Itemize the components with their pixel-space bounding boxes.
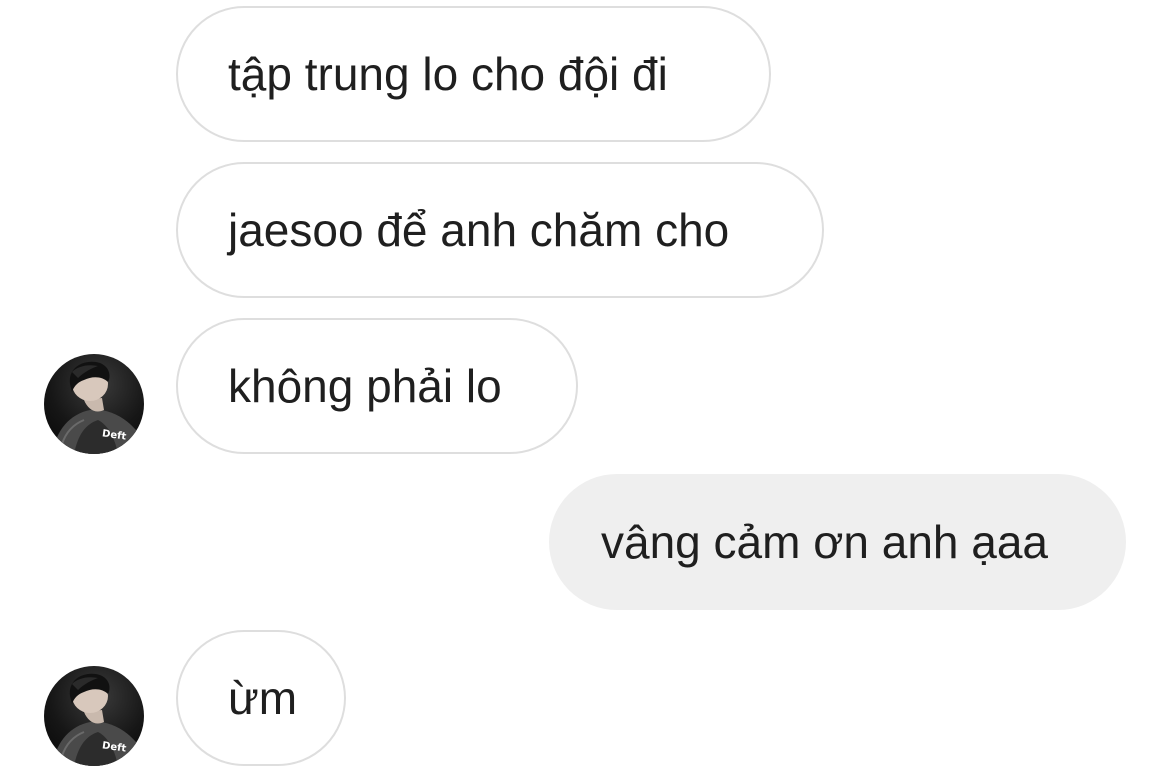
contact-avatar[interactable]: Deft [44,666,144,766]
profile-photo-icon [52,361,144,454]
profile-photo-icon [52,673,144,766]
incoming-message-bubble[interactable]: tập trung lo cho đội đi [176,6,771,142]
message-text: vâng cảm ơn anh ạaa [601,516,1049,568]
message-text: jaesoo để anh chăm cho [228,204,730,256]
incoming-message-bubble[interactable]: jaesoo để anh chăm cho [176,162,824,298]
outgoing-message-bubble[interactable]: vâng cảm ơn anh ạaa [549,474,1126,610]
message-text: ừm [228,672,298,724]
message-text: không phải lo [228,360,502,412]
incoming-message-bubble[interactable]: không phải lo [176,318,578,454]
message-text: tập trung lo cho đội đi [228,48,668,100]
contact-avatar[interactable]: Deft [44,354,144,454]
incoming-message-bubble[interactable]: ừm [176,630,346,766]
